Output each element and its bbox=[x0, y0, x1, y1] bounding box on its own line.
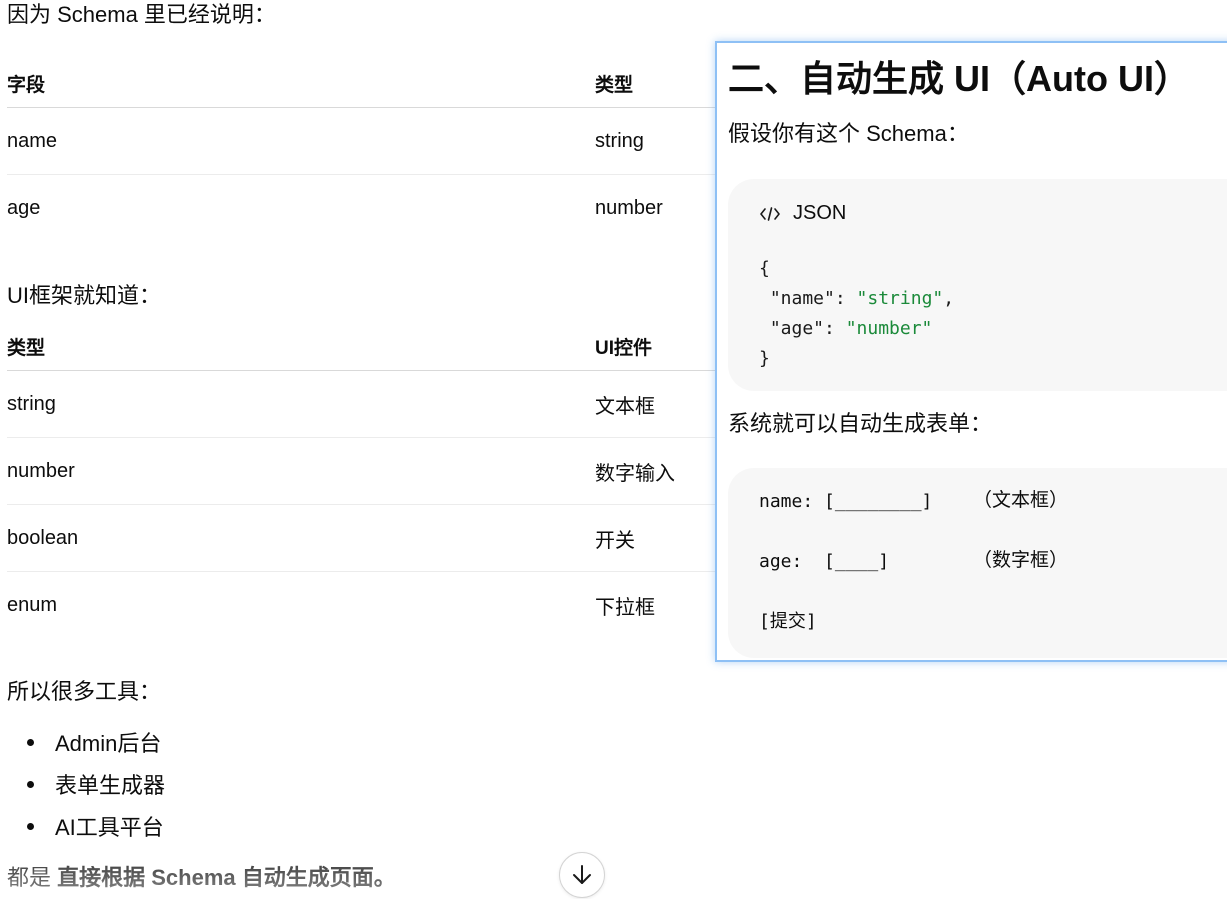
summary-paragraph: 都是 直接根据 Schema 自动生成页面。 bbox=[7, 862, 396, 894]
schema-intro-paragraph: 假设你有这个 Schema： bbox=[728, 121, 969, 146]
code-language-label: JSON bbox=[793, 202, 847, 224]
table-cell: age bbox=[7, 196, 41, 219]
form-line-name: name: [________] bbox=[759, 491, 933, 512]
json-code: { "name": "string", "age": "number" } bbox=[759, 254, 954, 374]
json-code-block: JSON { "name": "string", "age": "number"… bbox=[728, 179, 1227, 391]
table-row: boolean 开关 bbox=[7, 505, 777, 572]
code-punct: , bbox=[943, 288, 955, 309]
schema-table: 字段 类型 name string age number bbox=[7, 59, 777, 241]
form-note-age: （数字框） bbox=[973, 550, 1069, 571]
table-row: enum 下拉框 bbox=[7, 572, 777, 638]
list-item-label: AI工具平台 bbox=[55, 815, 164, 840]
list-item: AI工具平台 bbox=[7, 805, 407, 847]
code-string: "string" bbox=[856, 288, 944, 309]
list-item-label: 表单生成器 bbox=[55, 773, 166, 798]
form-note-name: （文本框） bbox=[973, 490, 1069, 511]
ui-intro-paragraph: UI框架就知道： bbox=[7, 283, 162, 308]
summary-bold: 直接根据 Schema 自动生成页面。 bbox=[57, 865, 396, 890]
table-row: number 数字输入 bbox=[7, 438, 777, 505]
code-block-header: JSON bbox=[759, 202, 846, 225]
tools-intro-paragraph: 所以很多工具： bbox=[7, 679, 162, 704]
table-cell: number bbox=[7, 459, 75, 482]
table-row: string 文本框 bbox=[7, 371, 777, 438]
list-item-label: Admin后台 bbox=[55, 731, 162, 756]
bullet-icon bbox=[27, 822, 34, 830]
table-row: name string bbox=[7, 108, 777, 175]
code-line: { bbox=[759, 258, 770, 279]
table-cell: name bbox=[7, 129, 58, 152]
table-cell: enum bbox=[7, 593, 58, 616]
code-icon bbox=[760, 206, 780, 221]
code-line: } bbox=[759, 348, 770, 369]
bullet-icon bbox=[27, 780, 34, 788]
table-header: 字段 类型 bbox=[7, 59, 777, 108]
code-key: "name": bbox=[759, 288, 857, 309]
arrow-down-icon bbox=[573, 865, 591, 884]
section-heading: 二、自动生成 UI（Auto UI） bbox=[728, 58, 1190, 99]
table-cell: string bbox=[7, 392, 56, 415]
header-cell: 字段 bbox=[7, 74, 46, 96]
table-row: age number bbox=[7, 175, 777, 241]
scroll-to-bottom-button[interactable] bbox=[559, 852, 605, 898]
intro-paragraph: 因为 Schema 里已经说明： bbox=[7, 2, 276, 27]
chat-page: 因为 Schema 里已经说明： 字段 类型 name string age n… bbox=[0, 0, 1227, 899]
auto-ui-preview-panel: 二、自动生成 UI（Auto UI） 假设你有这个 Schema： JSON {… bbox=[715, 41, 1227, 662]
summary-prefix: 都是 bbox=[7, 865, 58, 890]
table-cell: boolean bbox=[7, 526, 79, 549]
form-preview-block: name: [________] （文本框） age: [____] （数字框）… bbox=[728, 468, 1227, 658]
bullet-icon bbox=[27, 738, 34, 746]
list-item: 表单生成器 bbox=[7, 763, 407, 805]
table-header: 类型 UI控件 bbox=[7, 322, 777, 371]
code-string: "number" bbox=[845, 318, 933, 339]
tools-list: Admin后台 表单生成器 AI工具平台 bbox=[7, 721, 407, 847]
code-key: "age": bbox=[759, 318, 846, 339]
form-line-submit: [提交] bbox=[759, 611, 817, 632]
ui-table: 类型 UI控件 string 文本框 number 数字输入 boolean 开… bbox=[7, 322, 777, 638]
list-item: Admin后台 bbox=[7, 721, 407, 763]
header-cell: 类型 bbox=[7, 337, 46, 359]
form-intro-paragraph: 系统就可以自动生成表单： bbox=[728, 411, 993, 436]
form-line-age: age: [____] bbox=[759, 551, 890, 572]
